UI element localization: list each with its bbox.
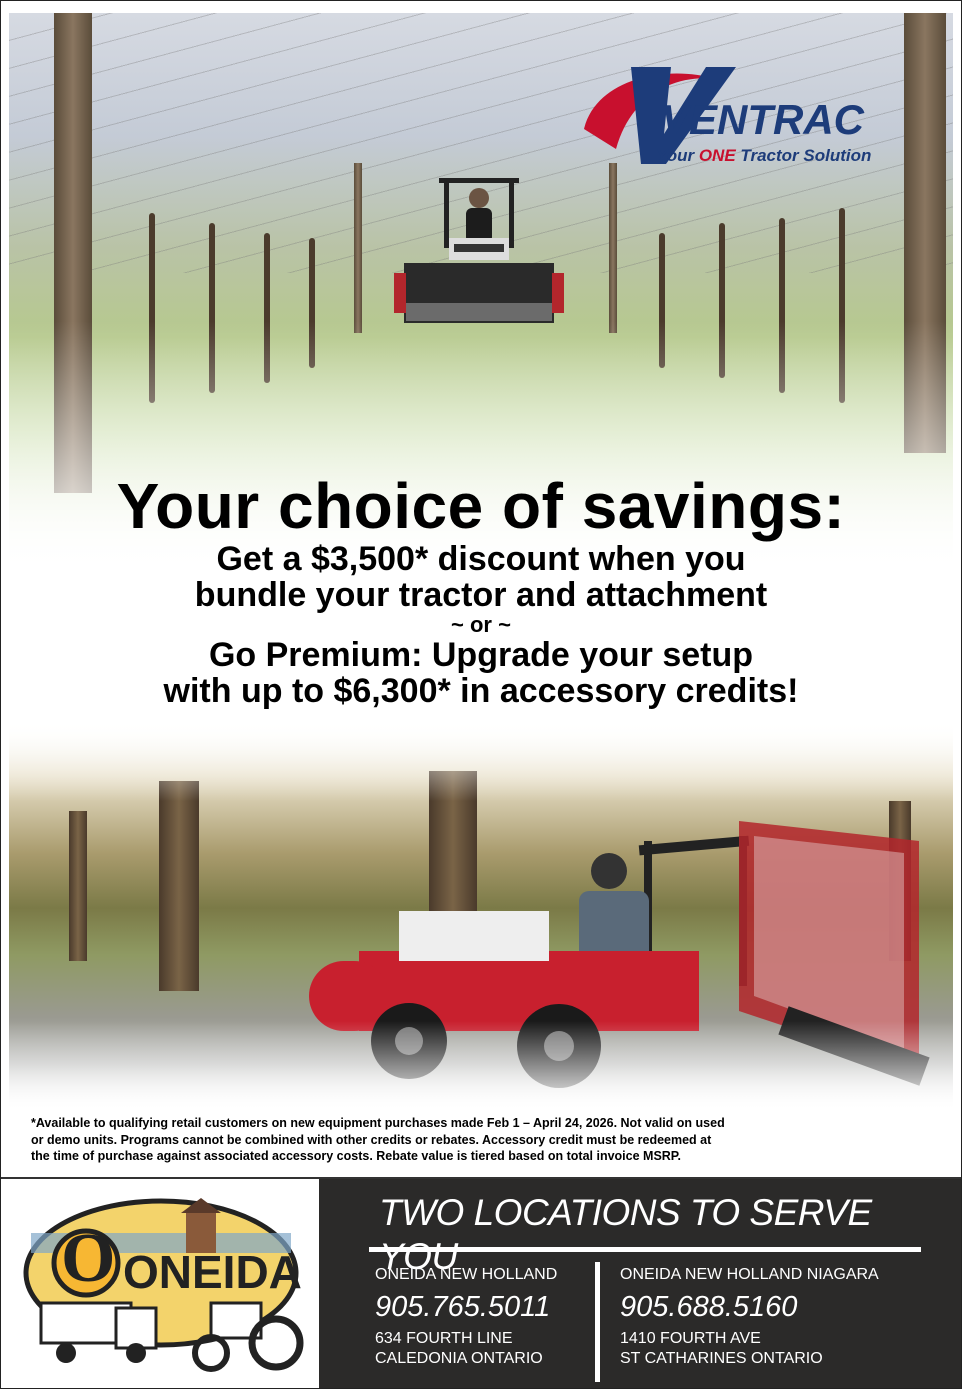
fine-print-line-1: *Available to qualifying retail customer…	[31, 1116, 725, 1130]
location-phone[interactable]: 905.765.5011	[375, 1289, 590, 1325]
ventrac-logo: VENTRAC Your ONE Tractor Solution	[584, 67, 871, 165]
tree-trunk	[159, 781, 199, 991]
grape-vine	[839, 208, 845, 403]
grape-vine	[264, 233, 270, 383]
headline-title: Your choice of savings:	[116, 470, 846, 542]
tractor-with-blower-image	[309, 821, 930, 1088]
oneida-logo: O ONEIDA	[23, 1198, 304, 1372]
location-address-line-1: 634 FOURTH LINE	[375, 1330, 513, 1347]
location-address-line-1: 1410 FOURTH AVE	[620, 1330, 761, 1347]
locations-rule	[369, 1247, 921, 1252]
vineyard-post	[609, 163, 617, 333]
location-phone[interactable]: 905.688.5160	[620, 1289, 950, 1325]
vineyard-post	[354, 163, 362, 333]
locations-panel: TWO LOCATIONS TO SERVE YOU ONEIDA NEW HO…	[319, 1179, 961, 1388]
location-name: ONEIDA NEW HOLLAND NIAGARA	[620, 1266, 879, 1283]
locations-separator	[595, 1262, 600, 1382]
fine-print-line-2: or demo units. Programs cannot be combin…	[31, 1132, 712, 1147]
headline-line-1: Get a $3,500* discount when you	[216, 540, 746, 578]
vineyard-post	[54, 13, 92, 493]
promo-headline: Your choice of savings: Get a $3,500* di…	[1, 471, 961, 709]
headline-line-2: bundle your tractor and attachment	[194, 576, 768, 614]
headline-line-3: Go Premium: Upgrade your setup	[208, 636, 754, 674]
location-name: ONEIDA NEW HOLLAND	[375, 1266, 558, 1283]
ventrac-wordmark: VENTRAC	[661, 96, 865, 143]
flyer-page: VENTRAC Your ONE Tractor Solution Your c…	[0, 0, 962, 1389]
grape-vine	[209, 223, 215, 393]
location-caledonia: ONEIDA NEW HOLLAND 905.765.5011 634 FOUR…	[375, 1265, 590, 1369]
park-tractor-photo	[9, 721, 953, 1111]
grape-vine	[149, 213, 155, 403]
grape-vine	[309, 238, 315, 368]
oneida-wordmark: ONEIDA	[123, 1246, 302, 1298]
grape-vine	[659, 233, 665, 368]
grape-vine	[779, 218, 785, 393]
location-address-line-2: CALEDONIA ONTARIO	[375, 1350, 543, 1367]
fine-print-line-3: the time of purchase against associated …	[31, 1149, 682, 1163]
tree-trunk	[69, 811, 87, 961]
headline-or: ~ or ~	[451, 612, 511, 637]
svg-text:O: O	[61, 1220, 115, 1297]
fine-print: *Available to qualifying retail customer…	[31, 1115, 936, 1165]
location-address-line-2: ST CATHARINES ONTARIO	[620, 1350, 823, 1367]
location-st-catharines: ONEIDA NEW HOLLAND NIAGARA 905.688.5160 …	[620, 1265, 950, 1369]
grape-vine	[719, 223, 725, 378]
ventrac-tagline: Your ONE Tractor Solution	[656, 146, 871, 165]
tractor-mower-image	[394, 178, 564, 323]
headline-line-4: with up to $6,300* in accessory credits!	[163, 672, 799, 710]
